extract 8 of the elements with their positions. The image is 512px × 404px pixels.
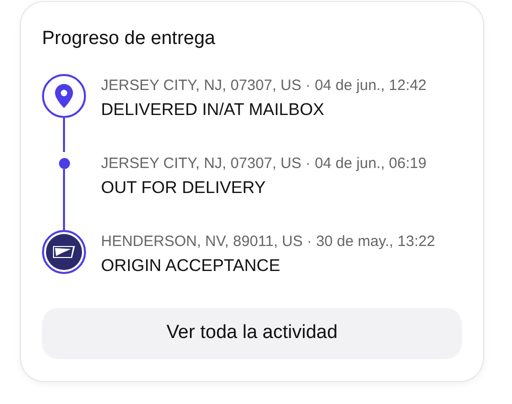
event-meta: JERSEY CITY, NJ, 07307, US · 04 de jun., 12:42 — [101, 77, 426, 95]
view-activity-button[interactable]: Ver toda la actividad — [42, 308, 462, 359]
event-meta: HENDERSON, NV, 89011, US · 30 de may., 13:22 — [101, 233, 436, 251]
event-status: DELIVERED IN/AT MAILBOX — [101, 99, 326, 121]
event-status: OUT FOR DELIVERY — [101, 177, 267, 199]
card-title: Progreso de entrega — [42, 27, 216, 51]
event-meta: JERSEY CITY, NJ, 07307, US · 04 de jun., 06:19 — [101, 155, 426, 173]
event-status: ORIGIN ACCEPTANCE — [101, 255, 282, 277]
